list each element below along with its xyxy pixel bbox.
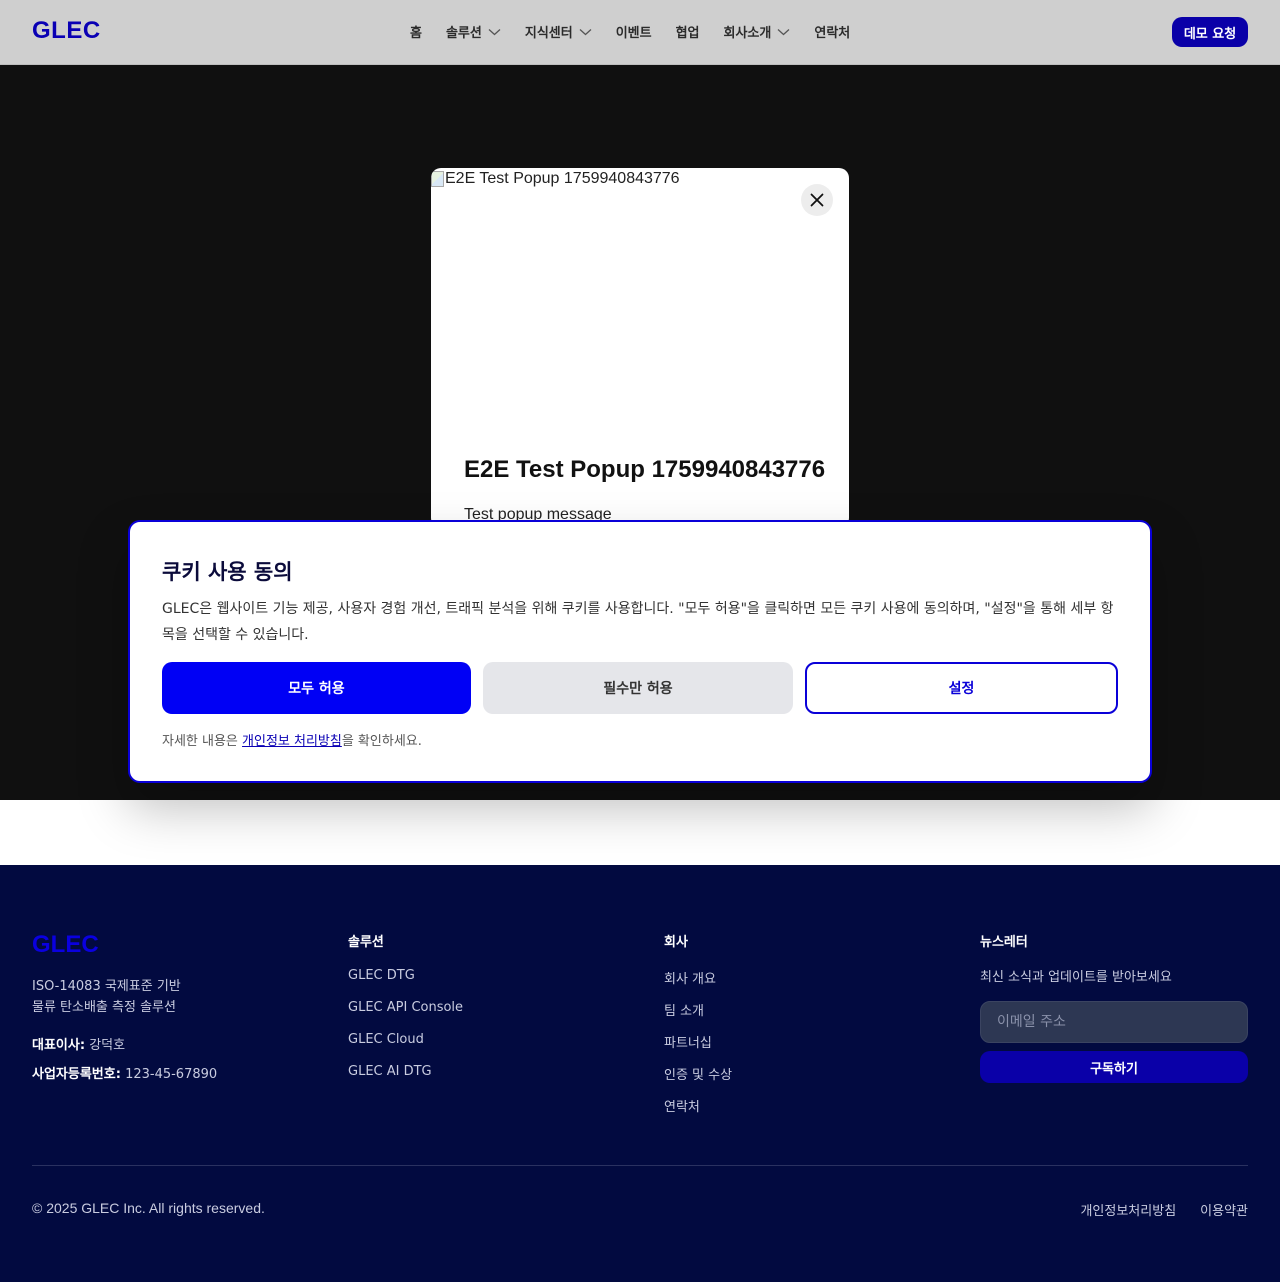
business-number-label: 사업자등록번호:: [32, 1067, 121, 1082]
cookie-settings-button[interactable]: 설정: [805, 662, 1118, 714]
footer-ceo: 대표이사: 강덕호: [32, 1034, 125, 1053]
nav-item-home[interactable]: 홈: [410, 22, 422, 41]
footer-link[interactable]: 팀 소개: [664, 1000, 732, 1032]
footer-solutions-list: GLEC DTG GLEC API Console GLEC Cloud GLE…: [348, 968, 463, 1096]
site-footer: GLEC ISO-14083 국제표준 기반 물류 탄소배출 측정 솔루션 대표…: [0, 865, 1280, 1282]
cookie-title: 쿠키 사용 동의: [162, 560, 293, 584]
cookie-consent-banner: 쿠키 사용 동의 GLEC은 웹사이트 기능 제공, 사용자 경험 개선, 트래…: [128, 520, 1152, 783]
broken-image-icon: [431, 171, 444, 187]
popup-image: E2E Test Popup 1759940843776: [431, 170, 680, 188]
ceo-label: 대표이사:: [32, 1038, 86, 1053]
cookie-note-suffix: 을 확인하세요.: [341, 734, 422, 749]
footer-tagline-line: 물류 탄소배출 측정 솔루션: [32, 1000, 176, 1015]
site-header: GLEC 홈 솔루션 지식센터 이벤트 협업 회사소개 연락처 데모 요청: [0, 0, 1280, 65]
nav-item-label: 솔루션: [445, 26, 482, 41]
footer-link[interactable]: GLEC DTG: [348, 968, 463, 1000]
footer-link[interactable]: 연락처: [664, 1096, 732, 1128]
main-nav: 홈 솔루션 지식센터 이벤트 협업 회사소개 연락처: [410, 22, 850, 41]
privacy-policy-footer-link[interactable]: 개인정보처리방침: [1080, 1200, 1176, 1219]
nav-item-label: 연락처: [814, 26, 851, 41]
chevron-down-icon: [488, 28, 501, 35]
footer-link[interactable]: GLEC API Console: [348, 1000, 463, 1032]
newsletter-email-input[interactable]: [980, 1001, 1248, 1043]
footer-divider: [32, 1165, 1248, 1166]
privacy-policy-link[interactable]: 개인정보 처리방침: [242, 734, 342, 749]
chevron-down-icon: [579, 28, 592, 35]
nav-item-contact[interactable]: 연락처: [814, 22, 850, 41]
nav-item-solutions[interactable]: 솔루션: [446, 22, 501, 41]
footer-logo[interactable]: GLEC: [32, 931, 99, 959]
nav-item-label: 회사소개: [723, 26, 772, 41]
footer-tagline-line: ISO-14083 국제표준 기반: [32, 979, 181, 994]
popup-title: E2E Test Popup 1759940843776: [464, 456, 826, 483]
cookie-note: 자세한 내용은 개인정보 처리방침을 확인하세요.: [162, 730, 422, 749]
ceo-value: 강덕호: [89, 1038, 126, 1053]
logo[interactable]: GLEC: [32, 17, 101, 45]
cookie-description: GLEC은 웹사이트 기능 제공, 사용자 경험 개선, 트래픽 분석을 위해 …: [162, 601, 1114, 643]
footer-legal-links: 개인정보처리방침 이용약관: [1080, 1200, 1248, 1219]
business-number-value: 123-45-67890: [125, 1067, 218, 1082]
footer-company-title: 회사: [664, 935, 688, 950]
cookie-note-prefix: 자세한 내용은: [162, 734, 243, 749]
allow-all-button[interactable]: 모두 허용: [162, 662, 471, 714]
nav-item-label: 협업: [675, 26, 700, 41]
footer-solutions-title: 솔루션: [348, 935, 384, 950]
subscribe-button[interactable]: 구독하기: [980, 1051, 1248, 1083]
footer-tagline: ISO-14083 국제표준 기반 물류 탄소배출 측정 솔루션: [32, 976, 282, 1018]
nav-item-label: 지식센터: [524, 26, 573, 41]
popup-close-button[interactable]: [801, 184, 833, 216]
popup-image-alt-text: E2E Test Popup 1759940843776: [445, 170, 680, 187]
nav-item-label: 홈: [410, 26, 422, 41]
newsletter-description: 최신 소식과 업데이트를 받아보세요: [980, 970, 1172, 985]
nav-item-knowledge[interactable]: 지식센터: [525, 22, 592, 41]
footer-link[interactable]: 회사 개요: [664, 968, 732, 1000]
nav-item-events[interactable]: 이벤트: [616, 22, 652, 41]
close-icon: [810, 193, 824, 207]
footer-link[interactable]: 파트너십: [664, 1032, 732, 1064]
footer-link[interactable]: GLEC AI DTG: [348, 1064, 463, 1096]
copyright: © 2025 GLEC Inc. All rights reserved.: [32, 1200, 265, 1216]
nav-item-about[interactable]: 회사소개: [724, 22, 791, 41]
chevron-down-icon: [777, 28, 790, 35]
footer-link[interactable]: 인증 및 수상: [664, 1064, 732, 1096]
allow-essential-button[interactable]: 필수만 허용: [483, 662, 793, 714]
footer-newsletter-title: 뉴스레터: [980, 935, 1028, 950]
promo-popup: E2E Test Popup 1759940843776 E2E Test Po…: [431, 168, 849, 528]
footer-company-list: 회사 개요 팀 소개 파트너십 인증 및 수상 연락처: [664, 968, 732, 1128]
footer-link[interactable]: GLEC Cloud: [348, 1032, 463, 1064]
nav-item-partnership[interactable]: 협업: [676, 22, 700, 41]
nav-item-label: 이벤트: [615, 26, 652, 41]
terms-link[interactable]: 이용약관: [1200, 1200, 1248, 1219]
demo-request-button[interactable]: 데모 요청: [1172, 17, 1248, 47]
footer-business-number: 사업자등록번호: 123-45-67890: [32, 1063, 217, 1082]
